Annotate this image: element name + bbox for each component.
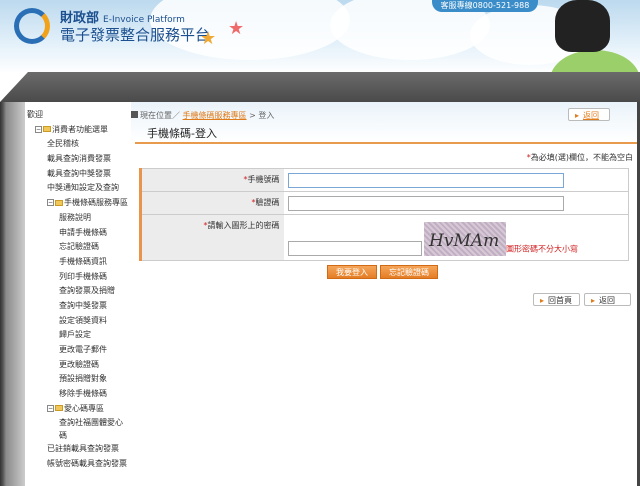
sidebar-item[interactable]: 預設捐贈對象 [27, 372, 131, 387]
forgot-code-button[interactable]: 忘記驗證碼 [380, 265, 438, 279]
verification-code-input[interactable] [287, 195, 564, 211]
nav-bar [0, 72, 640, 102]
sidebar-item[interactable]: 中獎通知設定及查詢 [27, 181, 131, 196]
captcha-image: HvMAm [424, 222, 507, 256]
page-title: 手機條碼-登入 [147, 127, 217, 140]
sidebar-item[interactable]: 列印手機條碼 [27, 270, 131, 285]
folder-icon [55, 199, 63, 206]
arrow-icon: ▸ [591, 296, 596, 305]
main-content: 現在位置／ 手機條碼服務專區 > 登入 ▸ 返回 手機條碼-登入 *為必填(選)欄… [131, 102, 637, 486]
star-icon: ★ [228, 18, 245, 39]
phone-input[interactable] [287, 172, 564, 188]
title-divider [135, 142, 637, 144]
site-header: 財政部 E-Invoice Platform 電子發票整合服務平台 ★ ★ 客服專… [0, 0, 640, 74]
sidebar-item[interactable]: 更改驗證碼 [27, 358, 131, 373]
arrow-icon: ▸ [540, 296, 545, 305]
folder-icon [55, 405, 63, 412]
sidebar-item[interactable]: 申請手機條碼 [27, 226, 131, 241]
captcha-label: 請輸入圖形上的密碼 [207, 221, 280, 230]
captcha-input[interactable] [287, 241, 422, 256]
sidebar-item[interactable]: 更改電子郵件 [27, 343, 131, 358]
arrow-icon: ▸ [575, 111, 580, 120]
sidebar-item[interactable]: 手機條碼資訊 [27, 255, 131, 270]
sidebar-folder-mobile[interactable]: − 手機條碼服務專區 [27, 196, 131, 211]
login-button[interactable]: 我要登入 [327, 265, 377, 279]
sidebar-item[interactable]: 設定領獎資料 [27, 314, 131, 329]
sidebar-item[interactable]: 已註銷載具查詢發票 [27, 442, 131, 457]
sidebar-item[interactable]: 忘記驗證碼 [27, 240, 131, 255]
left-frame [0, 102, 25, 486]
sidebar-item[interactable]: 載具查詢消費發票 [27, 152, 131, 167]
folder-icon [43, 126, 51, 133]
back-button-top[interactable]: ▸ 返回 [568, 108, 610, 121]
phone-label: 手機號碼 [247, 175, 280, 184]
breadcrumb: 現在位置／ 手機條碼服務專區 > 登入 [131, 110, 274, 121]
collapse-icon[interactable]: − [35, 125, 42, 133]
sidebar-item[interactable]: 歸戶設定 [27, 328, 131, 343]
code-label: 驗證碼 [255, 198, 280, 207]
sidebar-item[interactable]: 帳號密碼載具查詢發票 [27, 457, 131, 472]
sidebar-welcome: 歡迎 [27, 110, 43, 119]
captcha-hint: 圖形密碼不分大小寫 [506, 244, 579, 254]
back-button-bottom[interactable]: ▸ 返回 [584, 293, 631, 306]
hotline: 客服專線0800-521-988 [432, 0, 538, 12]
required-note: *為必填(選)欄位，不能為空白 [526, 153, 633, 162]
star-icon: ★ [200, 28, 217, 49]
sidebar: 歡迎 − 消費者功能選單 全民稽核 載具查詢消費發票 載具查詢中獎發票 中獎通知設… [27, 108, 131, 472]
collapse-icon[interactable]: − [47, 199, 54, 207]
sidebar-item[interactable]: 移除手機條碼 [27, 387, 131, 402]
login-form: *手機號碼 *驗證碼 *請輸入圖形上的密碼 HvMAm 圖形密碼不分大小寫 [139, 168, 629, 261]
sidebar-folder-consumer[interactable]: − 消費者功能選單 [27, 123, 131, 138]
breadcrumb-link[interactable]: 手機條碼服務專區 [183, 111, 247, 120]
sidebar-item[interactable]: 查詢發票及捐贈 [27, 284, 131, 299]
collapse-icon[interactable]: − [47, 404, 54, 412]
e-invoice-logo[interactable] [14, 8, 50, 44]
sidebar-item[interactable]: 載具查詢中獎發票 [27, 167, 131, 182]
sidebar-folder-love[interactable]: − 愛心碼專區 [27, 402, 131, 417]
sidebar-item[interactable]: 服務說明 [27, 211, 131, 226]
breadcrumb-icon [131, 111, 138, 118]
home-button[interactable]: ▸ 回首頁 [533, 293, 580, 306]
sidebar-item[interactable]: 查詢社福團體愛心碼 [27, 416, 127, 442]
site-title: 電子發票整合服務平台 [60, 26, 211, 44]
sidebar-item[interactable]: 全民稽核 [27, 137, 131, 152]
sidebar-item[interactable]: 查詢中獎發票 [27, 299, 131, 314]
mascot-bear [555, 0, 610, 52]
